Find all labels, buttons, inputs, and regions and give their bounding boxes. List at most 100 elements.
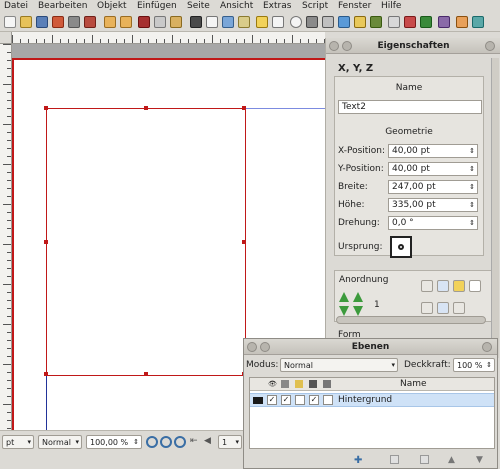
blend-mode-select[interactable]: Normal ▾ [280, 358, 398, 372]
pdf-icon[interactable] [84, 16, 96, 28]
zoom-tool-icon[interactable] [370, 16, 382, 28]
layer-visible-checkbox[interactable]: ✓ [267, 395, 277, 405]
rotation-input[interactable]: 0,0 ° ⇕ [388, 216, 478, 230]
lower-layer-icon[interactable]: ▼ [476, 455, 483, 465]
menu-einfuegen[interactable]: Einfügen [137, 1, 177, 11]
zoom-out-icon[interactable] [146, 436, 158, 448]
bezier-tool-icon[interactable] [322, 16, 334, 28]
unlink-frames-icon[interactable] [420, 16, 432, 28]
menu-script[interactable]: Script [302, 1, 328, 11]
cut-icon[interactable] [138, 16, 150, 28]
text-frame-text2[interactable] [44, 106, 246, 376]
image-frame-tool-icon[interactable] [222, 16, 234, 28]
properties-vscrollbar[interactable] [491, 58, 499, 358]
menu-extras[interactable]: Extras [263, 1, 291, 11]
menu-bearbeiten[interactable]: Bearbeiten [38, 1, 87, 11]
table-tool-icon[interactable] [256, 16, 268, 28]
polygon-tool-icon[interactable] [290, 16, 302, 28]
open-folder-icon[interactable] [20, 16, 32, 28]
ruler-vertical[interactable] [0, 44, 12, 430]
link-icon[interactable] [437, 280, 449, 292]
layer-outline-checkbox[interactable] [323, 395, 333, 405]
layers-float-icon[interactable] [260, 342, 270, 352]
undo-icon[interactable] [104, 16, 116, 28]
origin-selector[interactable] [390, 236, 412, 258]
menu-fenster[interactable]: Fenster [338, 1, 371, 11]
zoom-input[interactable]: 100,00 % ⇕ [86, 435, 142, 449]
shape-tool-icon[interactable] [272, 16, 284, 28]
origin-center-icon[interactable] [398, 244, 404, 250]
handle-top[interactable] [144, 106, 148, 110]
measure-icon[interactable] [438, 16, 450, 28]
y-position-input[interactable]: 40,00 pt ⇕ [388, 162, 478, 176]
add-layer-icon[interactable]: ✚ [354, 455, 362, 466]
size-lock-icon[interactable] [469, 280, 481, 292]
new-document-icon[interactable] [4, 16, 16, 28]
flip-horizontal-icon[interactable] [437, 302, 449, 314]
delete-layer-icon[interactable] [390, 455, 399, 464]
page-select[interactable]: 1 ▾ [218, 435, 242, 449]
layer-print-checkbox[interactable]: ✓ [281, 395, 291, 405]
close-icon[interactable] [52, 16, 64, 28]
properties-titlebar[interactable]: Eigenschaften [326, 38, 500, 54]
width-input[interactable]: 247,00 pt ⇕ [388, 180, 478, 194]
handle-right[interactable] [242, 240, 246, 244]
duplicate-layer-icon[interactable] [420, 455, 429, 464]
handle-top-left[interactable] [44, 106, 48, 110]
view-mode-select[interactable]: Normal ▾ [38, 435, 82, 449]
flip-vertical-icon[interactable] [453, 302, 465, 314]
print-icon[interactable] [68, 16, 80, 28]
properties-hscrollbar[interactable] [336, 316, 486, 324]
prev-page-icon[interactable]: ◀ [204, 436, 214, 446]
ruler-horizontal[interactable] [12, 32, 325, 44]
save-icon[interactable] [36, 16, 48, 28]
layer-row[interactable]: ✓ ✓ ✓ Hintergrund [250, 393, 494, 407]
unit-select[interactable]: pt ▾ [2, 435, 34, 449]
handle-top-right[interactable] [242, 106, 246, 110]
x-position-input[interactable]: 40,00 pt ⇕ [388, 144, 478, 158]
menu-objekt[interactable]: Objekt [97, 1, 127, 11]
menu-ansicht[interactable]: Ansicht [220, 1, 253, 11]
eyedropper-icon[interactable] [472, 16, 484, 28]
zoom-100-icon[interactable] [160, 436, 172, 448]
lock-icon[interactable] [421, 280, 433, 292]
handle-bottom-left[interactable] [44, 372, 48, 376]
handle-left[interactable] [44, 240, 48, 244]
layers-menu-icon[interactable] [247, 342, 257, 352]
height-input[interactable]: 335,00 pt ⇕ [388, 198, 478, 212]
raise-layer-icon[interactable]: ▲ [448, 455, 455, 465]
flip-icon[interactable] [453, 280, 465, 292]
menu-seite[interactable]: Seite [187, 1, 210, 11]
layer-flow-checkbox[interactable]: ✓ [309, 395, 319, 405]
copy-properties-icon[interactable] [456, 16, 468, 28]
zoom-in-icon[interactable] [174, 436, 186, 448]
layer-name[interactable]: Hintergrund [338, 395, 392, 405]
menu-datei[interactable]: Datei [4, 1, 28, 11]
panel-float-icon[interactable] [342, 41, 352, 51]
rotate-tool-icon[interactable] [354, 16, 366, 28]
link-frames-icon[interactable] [404, 16, 416, 28]
layers-titlebar[interactable]: Ebenen [244, 339, 497, 355]
panel-menu-icon[interactable] [329, 41, 339, 51]
section-xyz-tab[interactable]: X, Y, Z [338, 63, 373, 74]
name-input[interactable]: Text2 [338, 100, 482, 114]
copy-icon[interactable] [154, 16, 166, 28]
render-frame-tool-icon[interactable] [238, 16, 250, 28]
line-tool-icon[interactable] [306, 16, 318, 28]
select-tool-icon[interactable] [190, 16, 202, 28]
paste-icon[interactable] [170, 16, 182, 28]
freehand-tool-icon[interactable] [338, 16, 350, 28]
redo-icon[interactable] [120, 16, 132, 28]
menu-hilfe[interactable]: Hilfe [381, 1, 401, 11]
layer-lock-checkbox[interactable] [295, 395, 305, 405]
guide-line-horizontal[interactable] [246, 108, 325, 109]
guide-line-vertical[interactable] [46, 376, 47, 430]
no-print-icon[interactable] [421, 302, 433, 314]
opacity-input[interactable]: 100 % ⇕ [453, 358, 495, 372]
first-page-icon[interactable]: ⇤ [190, 436, 200, 446]
layers-close-icon[interactable] [482, 342, 492, 352]
panel-close-icon[interactable] [485, 41, 495, 51]
edit-content-icon[interactable] [388, 16, 400, 28]
text-frame-tool-icon[interactable] [206, 16, 218, 28]
handle-bottom[interactable] [144, 372, 148, 376]
